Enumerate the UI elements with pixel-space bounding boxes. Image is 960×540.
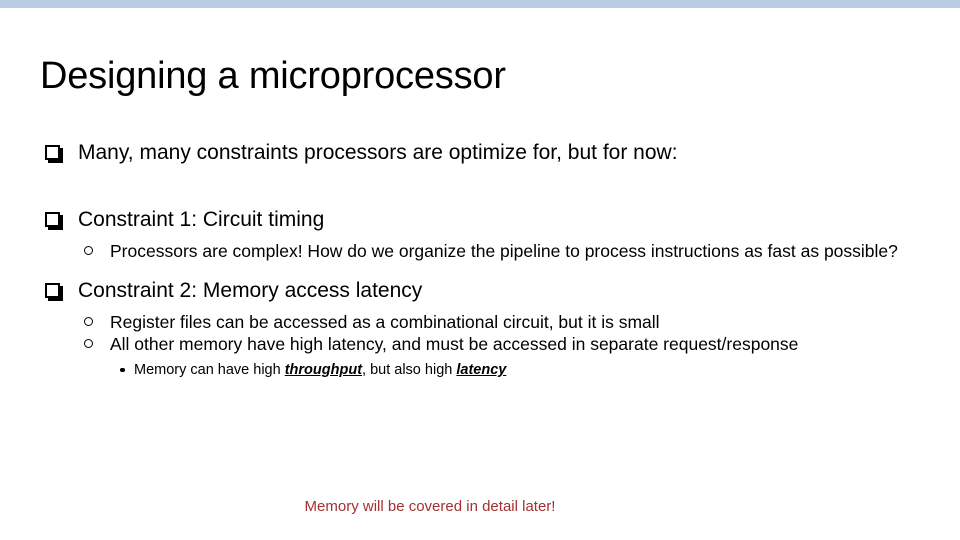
page-title: Designing a microprocessor bbox=[40, 55, 506, 97]
sub-sub-bullet-part-b: , but also high bbox=[362, 361, 457, 378]
footer-note: Memory will be covered in detail later! bbox=[304, 498, 556, 515]
slide-body: Many, many constraints processors are op… bbox=[0, 140, 960, 379]
term-latency: latency bbox=[456, 361, 507, 378]
sub-bullet-constraint-2-a-label: Register files can be accessed as a comb… bbox=[110, 311, 660, 332]
sub-bullet-constraint-1-a-label: Processors are complex! How do we organi… bbox=[110, 240, 898, 261]
square-bullet-icon bbox=[45, 282, 60, 298]
bullet-constraint-1: Constraint 1: Circuit timing bbox=[0, 207, 960, 234]
bullet-intro-label: Many, many constraints processors are op… bbox=[78, 141, 678, 164]
sub-bullet-constraint-2-a: Register files can be accessed as a comb… bbox=[0, 311, 960, 333]
sub-bullet-constraint-2-b-label: All other memory have high latency, and … bbox=[110, 333, 799, 354]
circle-bullet-icon bbox=[84, 316, 93, 326]
slide-canvas: Designing a microprocessor Many, many co… bbox=[0, 0, 960, 540]
bullet-constraint-2-label: Constraint 2: Memory access latency bbox=[78, 278, 423, 302]
slide-top-accent-bar bbox=[0, 0, 960, 8]
term-throughput: throughput bbox=[284, 361, 363, 378]
sub-bullet-constraint-2-b: All other memory have high latency, and … bbox=[0, 333, 960, 355]
sub-bullet-constraint-1-a: Processors are complex! How do we organi… bbox=[0, 240, 960, 262]
sub-sub-bullet-memory: Memory can have high throughput, but als… bbox=[0, 361, 960, 379]
square-bullet-icon bbox=[45, 145, 60, 160]
square-bullet-icon bbox=[45, 211, 60, 227]
circle-bullet-icon bbox=[84, 338, 93, 348]
dot-bullet-icon bbox=[120, 367, 125, 373]
bullet-constraint-2: Constraint 2: Memory access latency bbox=[0, 278, 960, 305]
bullet-intro: Many, many constraints processors are op… bbox=[0, 140, 960, 167]
circle-bullet-icon bbox=[84, 245, 93, 255]
sub-sub-bullet-part-a: Memory can have high bbox=[134, 361, 285, 378]
bullet-constraint-1-label: Constraint 1: Circuit timing bbox=[78, 207, 325, 231]
